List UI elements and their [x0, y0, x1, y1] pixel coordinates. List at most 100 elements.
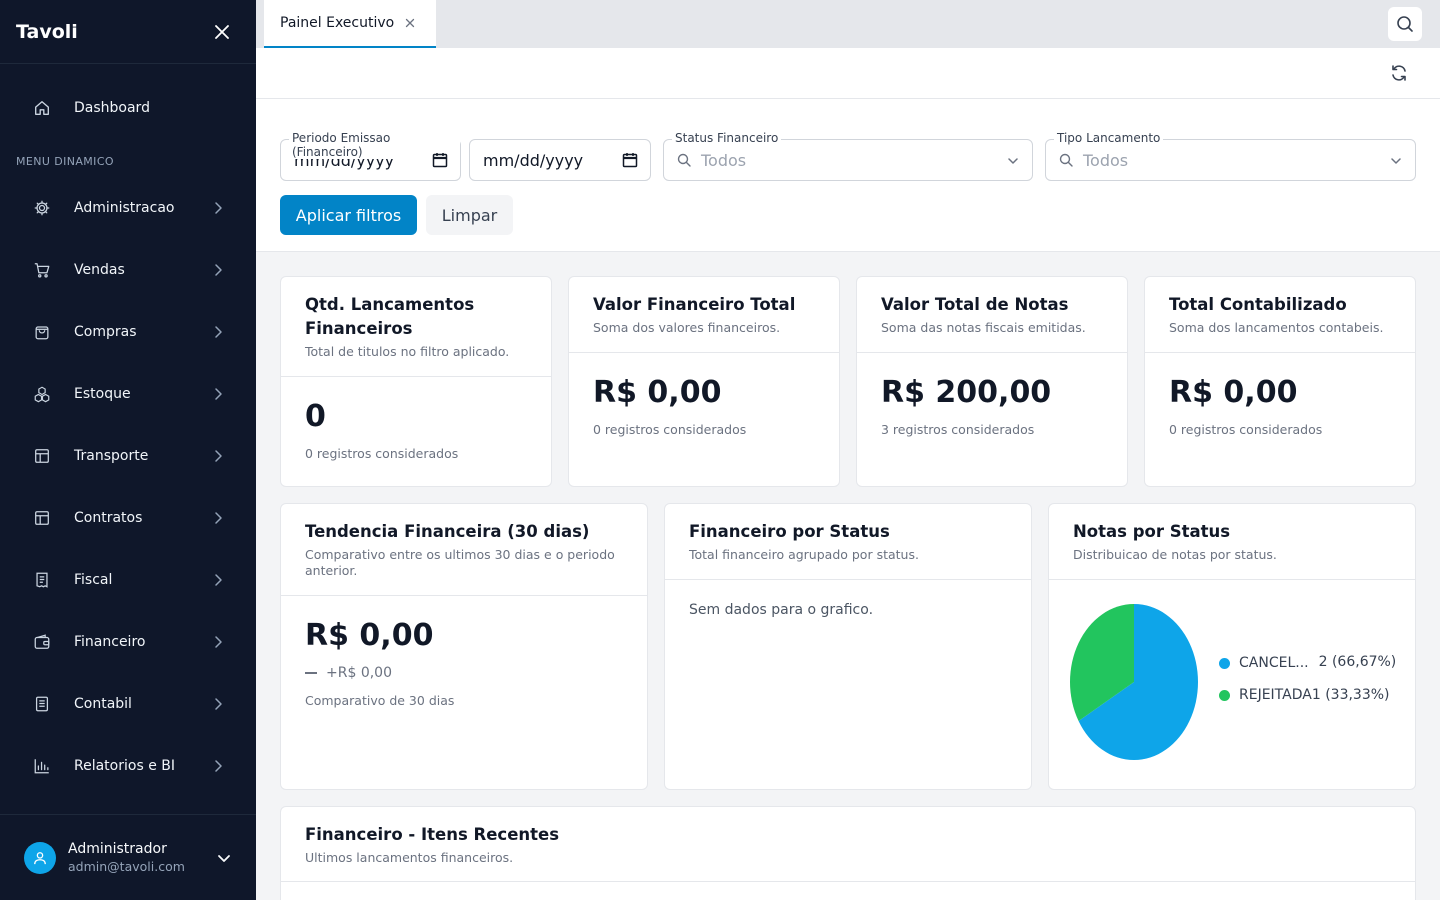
- neutral-trend-icon: [305, 672, 317, 674]
- chevron-right-icon: [215, 698, 222, 710]
- kpi-note: 0 registros considerados: [593, 422, 747, 437]
- sidebar-item-compras[interactable]: Compras: [16, 310, 240, 354]
- kpi-card-valor-financeiro: Valor Financeiro Total Soma dos valores …: [568, 276, 840, 487]
- legend-label: CANCEL...: [1239, 655, 1309, 671]
- sidebar-item-label: Vendas: [74, 262, 125, 278]
- sidebar-item-label: Contabil: [74, 696, 132, 712]
- close-sidebar-button[interactable]: [212, 22, 232, 42]
- avatar: [24, 841, 56, 874]
- notas-status-card: Notas por Status Distribuicao de notas p…: [1048, 503, 1416, 790]
- status-value: Todos: [701, 150, 747, 170]
- search-icon: [1059, 153, 1073, 167]
- refresh-icon: [1392, 65, 1406, 81]
- bar-chart-icon: [32, 756, 52, 776]
- shopping-bag-icon: [32, 322, 52, 342]
- chevron-down-icon: [1391, 158, 1401, 164]
- user-email: admin@tavoli.com: [68, 859, 185, 874]
- chevron-right-icon: [215, 202, 222, 214]
- legend-item[interactable]: CANCEL... 2 (66,67%): [1219, 652, 1399, 674]
- layout-icon: [32, 446, 52, 466]
- sidebar-item-dashboard[interactable]: Dashboard: [16, 86, 240, 130]
- legend-value: 2 (66,67%): [1318, 654, 1397, 670]
- trend-note: Comparativo de 30 dias: [305, 693, 455, 708]
- chevron-right-icon: [215, 636, 222, 648]
- sidebar: Tavoli Dashboard MENU DINAMICO Administr…: [0, 0, 256, 900]
- card-title: Qtd. Lancamentos Financeiros: [305, 295, 475, 338]
- kpi-value: R$ 200,00: [881, 375, 1052, 410]
- layout-icon: [32, 508, 52, 528]
- tipo-label: Tipo Lancamento: [1054, 131, 1164, 145]
- kpi-value: 0: [305, 399, 326, 434]
- chevron-right-icon: [215, 574, 222, 586]
- legend-item[interactable]: REJEITADA1 (33,33%): [1219, 684, 1399, 706]
- chart-legend: CANCEL... 2 (66,67%) REJEITADA1 (33,33%): [1219, 654, 1399, 706]
- sidebar-item-label: Administracao: [74, 200, 175, 216]
- card-title: Financeiro - Itens Recentes: [305, 825, 560, 844]
- global-search-button[interactable]: [1388, 7, 1422, 41]
- legend-dot: [1219, 690, 1230, 701]
- recent-items-card: Financeiro - Itens Recentes Ultimos lanc…: [280, 806, 1416, 900]
- card-subtitle: Total de titulos no filtro aplicado.: [305, 344, 510, 359]
- calendar-icon[interactable]: [432, 152, 448, 168]
- kpi-note: 3 registros considerados: [881, 422, 1035, 437]
- clear-filters-button[interactable]: Limpar: [426, 195, 513, 235]
- card-subtitle: Soma dos valores financeiros.: [593, 320, 781, 335]
- brand-logo: Tavoli: [16, 20, 78, 43]
- card-subtitle: Soma das notas fiscais emitidas.: [881, 320, 1086, 335]
- sidebar-item-relatorios-e-bi[interactable]: Relatorios e BI: [16, 744, 240, 788]
- chevron-right-icon: [215, 264, 222, 276]
- close-icon: [215, 24, 229, 39]
- chevron-down-icon: [1008, 158, 1018, 164]
- sidebar-item-label: Financeiro: [74, 634, 146, 650]
- tab-painel-executivo[interactable]: Painel Executivo: [264, 0, 436, 48]
- refresh-button[interactable]: [1390, 64, 1408, 82]
- tipo-lancamento-select[interactable]: Tipo Lancamento Todos: [1045, 131, 1416, 181]
- calendar-icon[interactable]: [622, 152, 638, 168]
- user-menu[interactable]: Administrador admin@tavoli.com: [0, 814, 256, 900]
- tab-label: Painel Executivo: [280, 15, 395, 31]
- card-title: Valor Total de Notas: [881, 295, 1069, 314]
- status-label: Status Financeiro: [672, 131, 782, 145]
- apply-filters-button[interactable]: Aplicar filtros: [280, 195, 417, 235]
- sidebar-item-transporte[interactable]: Transporte: [16, 434, 240, 478]
- legend-dot: [1219, 658, 1230, 669]
- chevron-right-icon: [215, 388, 222, 400]
- sidebar-item-fiscal[interactable]: Fiscal: [16, 558, 240, 602]
- sidebar-item-contabil[interactable]: Contabil: [16, 682, 240, 726]
- date-start-field[interactable]: Periodo Emissao (Financeiro) mm/dd/yyyy: [280, 131, 461, 181]
- sidebar-item-administracao[interactable]: Administracao: [16, 186, 240, 230]
- sidebar-item-label: Transporte: [74, 448, 149, 464]
- chevron-right-icon: [215, 326, 222, 338]
- legend-label: REJEITADA: [1239, 687, 1312, 703]
- card-subtitle: Total financeiro agrupado por status.: [689, 547, 919, 562]
- status-financeiro-select[interactable]: Status Financeiro Todos: [663, 131, 1033, 181]
- kpi-note: 0 registros considerados: [305, 446, 459, 461]
- chevron-down-icon[interactable]: [216, 850, 232, 866]
- sidebar-item-label: Relatorios e BI: [74, 758, 175, 774]
- menu-section-label: MENU DINAMICO: [16, 155, 114, 168]
- empty-chart-message: Sem dados para o grafico.: [689, 602, 874, 618]
- sidebar-item-vendas[interactable]: Vendas: [16, 248, 240, 292]
- close-tab-icon[interactable]: [404, 17, 416, 29]
- sidebar-item-label: Fiscal: [74, 572, 113, 588]
- card-subtitle: Soma dos lancamentos contabeis.: [1169, 320, 1384, 335]
- trend-delta-value: +R$ 0,00: [326, 665, 392, 681]
- boxes-icon: [32, 384, 52, 404]
- home-icon: [32, 98, 52, 118]
- sidebar-item-label: Contratos: [74, 510, 143, 526]
- kpi-value: R$ 0,00: [1169, 375, 1298, 410]
- search-icon: [1397, 16, 1413, 32]
- sidebar-item-label: Dashboard: [74, 100, 150, 116]
- sidebar-item-financeiro[interactable]: Financeiro: [16, 620, 240, 664]
- chevron-right-icon: [215, 450, 222, 462]
- date-end-field[interactable]: mm/dd/yyyy: [469, 139, 651, 181]
- sidebar-item-label: Compras: [74, 324, 137, 340]
- sidebar-item-contratos[interactable]: Contratos: [16, 496, 240, 540]
- cart-icon: [32, 260, 52, 280]
- chevron-right-icon: [215, 512, 222, 524]
- card-subtitle: Ultimos lancamentos financeiros.: [305, 850, 514, 865]
- sidebar-item-estoque[interactable]: Estoque: [16, 372, 240, 416]
- kpi-value: R$ 0,00: [593, 375, 722, 410]
- legend-text: REJEITADA1 (33,33%): [1239, 684, 1390, 706]
- tipo-value: Todos: [1083, 150, 1129, 170]
